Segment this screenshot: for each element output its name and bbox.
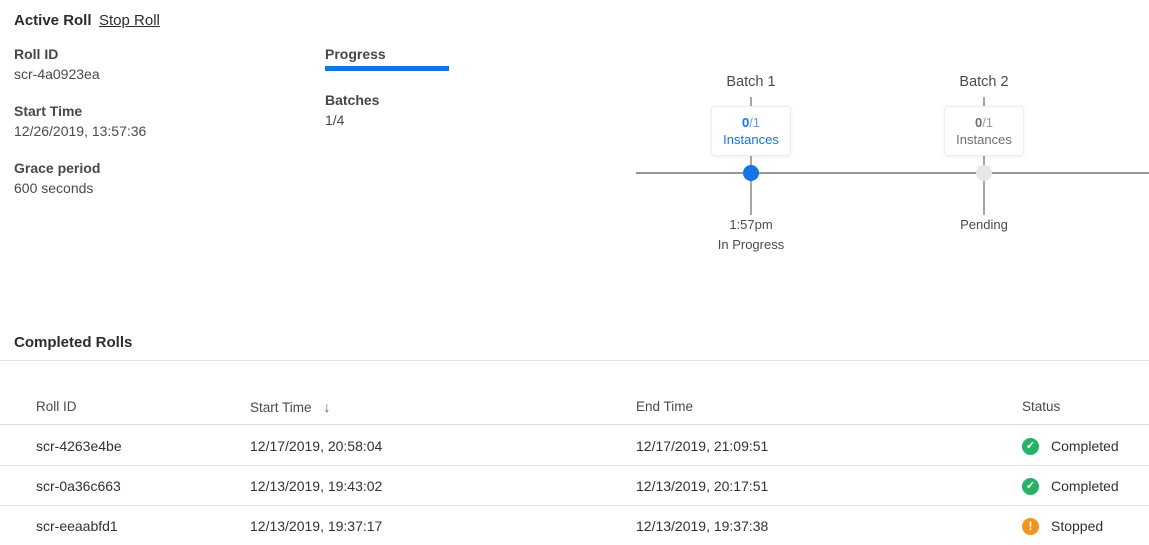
stop-roll-link[interactable]: Stop Roll (99, 12, 160, 29)
column-header-end-time[interactable]: End Time (636, 399, 693, 414)
active-roll-title: Active Roll (14, 12, 92, 29)
status-label: Stopped (1051, 518, 1103, 535)
batch-2-marker-dot (976, 165, 992, 181)
status-stopped-icon (1022, 518, 1039, 535)
batches-label: Batches (325, 92, 525, 109)
completed-rolls-title: Completed Rolls (14, 334, 132, 351)
active-roll-page: Active Roll Stop Roll Roll ID scr-4a0923… (0, 0, 1149, 545)
row-roll-id: scr-4263e4be (36, 426, 122, 466)
row-status: Completed (1022, 426, 1119, 466)
row-roll-id: scr-eeaabfd1 (36, 506, 118, 545)
roll-id-value: scr-4a0923ea (14, 66, 304, 83)
row-start-time: 12/13/2019, 19:43:02 (250, 466, 382, 506)
batch-2-title: Batch 2 (904, 74, 1064, 90)
batch-2-caption: Pending (904, 215, 1064, 235)
batch-1-instances-card[interactable]: 0/1Instances (711, 106, 791, 156)
column-header-start-time[interactable]: Start Time (250, 399, 331, 415)
table-row[interactable]: scr-4263e4be 12/17/2019, 20:58:04 12/17/… (0, 426, 1149, 466)
column-header-roll-id[interactable]: Roll ID (36, 399, 77, 414)
row-status: Completed (1022, 466, 1119, 506)
row-roll-id: scr-0a36c663 (36, 466, 121, 506)
progress-bar-fill (325, 66, 449, 71)
progress-section: Progress Batches 1/4 (325, 46, 525, 129)
row-status: Stopped (1022, 506, 1103, 545)
batch-2-instances-card[interactable]: 0/1Instances (944, 106, 1024, 156)
grace-period-label: Grace period (14, 160, 304, 177)
column-header-status[interactable]: Status (1022, 399, 1060, 414)
batch-1-title: Batch 1 (671, 74, 831, 90)
start-time-label: Start Time (14, 103, 304, 120)
batch-2-instances-total: /1 (982, 115, 993, 130)
row-start-time: 12/17/2019, 20:58:04 (250, 426, 382, 466)
batch-1-status: In Progress (671, 235, 831, 255)
start-time-header-label: Start Time (250, 400, 312, 415)
row-end-time: 12/13/2019, 20:17:51 (636, 466, 768, 506)
batch-1-marker-dot (743, 165, 759, 181)
batch-2-instances-label: Instances (949, 131, 1019, 148)
row-end-time: 12/13/2019, 19:37:38 (636, 506, 768, 545)
field-grace-period: Grace period 600 seconds (14, 160, 304, 197)
sort-descending-icon[interactable] (324, 399, 331, 415)
active-roll-details: Roll ID scr-4a0923ea Start Time 12/26/20… (14, 46, 304, 217)
field-start-time: Start Time 12/26/2019, 13:57:36 (14, 103, 304, 140)
status-completed-icon (1022, 438, 1039, 455)
table-row[interactable]: scr-0a36c663 12/13/2019, 19:43:02 12/13/… (0, 466, 1149, 506)
progress-bar (325, 66, 449, 71)
timeline-batch-2: Batch 2 0/1Instances Pending (904, 74, 1064, 254)
batch-2-status: Pending (904, 215, 1064, 235)
table-row[interactable]: scr-eeaabfd1 12/13/2019, 19:37:17 12/13/… (0, 506, 1149, 545)
batch-1-time: 1:57pm (671, 215, 831, 235)
status-label: Completed (1051, 438, 1119, 455)
batch-1-caption: 1:57pmIn Progress (671, 215, 831, 255)
progress-label: Progress (325, 46, 525, 63)
batches-value: 1/4 (325, 112, 525, 129)
status-completed-icon (1022, 478, 1039, 495)
completed-rolls-table-header: Roll ID Start Time End Time Status (0, 385, 1149, 425)
batch-1-instances-label: Instances (716, 131, 786, 148)
roll-id-label: Roll ID (14, 46, 304, 63)
row-start-time: 12/13/2019, 19:37:17 (250, 506, 382, 545)
grace-period-value: 600 seconds (14, 180, 304, 197)
row-end-time: 12/17/2019, 21:09:51 (636, 426, 768, 466)
section-divider (0, 360, 1149, 361)
start-time-value: 12/26/2019, 13:57:36 (14, 123, 304, 140)
status-label: Completed (1051, 478, 1119, 495)
timeline-batch-1: Batch 1 0/1Instances 1:57pmIn Progress (671, 74, 831, 254)
field-roll-id: Roll ID scr-4a0923ea (14, 46, 304, 83)
batch-1-instances-total: /1 (749, 115, 760, 130)
